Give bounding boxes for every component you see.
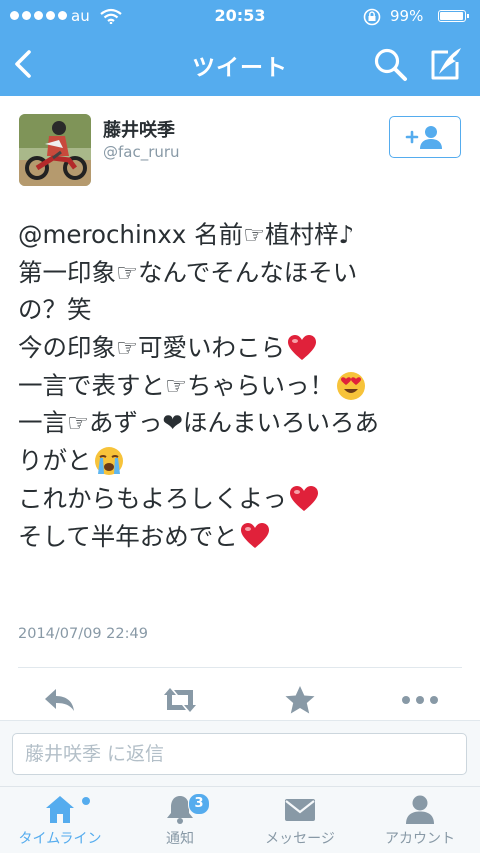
tab-label: 通知 — [166, 831, 194, 847]
heart-eyes-emoji — [336, 371, 365, 400]
notification-badge: 3 — [188, 793, 210, 815]
tab-account[interactable]: アカウント — [360, 787, 480, 853]
tab-bar: タイムライン 通知 3 メッセージ アカウント — [0, 786, 480, 853]
tweet-line: 第一印象☞なんでそんなほそい — [18, 254, 468, 292]
tweet-line: これからもよろしくよっ — [18, 480, 468, 518]
retweet-button[interactable] — [158, 682, 202, 718]
compose-tweet-icon[interactable] — [426, 44, 466, 84]
tweet-text: @merochinxx 名前☞植村梓♪ 第一印象☞なんでそんなほそい の？笑 今… — [18, 216, 468, 555]
battery-icon — [438, 10, 469, 22]
more-dots-icon — [402, 696, 438, 704]
tab-label: アカウント — [385, 831, 455, 847]
tweet-line-text: 第一印象☞なんでそんなほそい — [18, 257, 358, 287]
author-handle[interactable]: @fac_ruru — [103, 143, 180, 161]
home-icon — [46, 796, 74, 823]
tweet-line: の？笑 — [18, 291, 468, 329]
tweet-line-text: 一言で表すと☞ちゃらいっ！ — [18, 370, 334, 400]
favorite-star-icon — [285, 686, 315, 714]
follow-button[interactable] — [389, 116, 461, 158]
unread-dot — [82, 797, 90, 805]
status-bar: au 20:53 99% — [0, 0, 480, 34]
tab-label: メッセージ — [265, 831, 335, 847]
tab-label: タイムライン — [18, 831, 102, 847]
tweet-line-text: の？笑 — [18, 295, 92, 325]
author-name[interactable]: 藤井咲季 — [103, 116, 175, 142]
tweet-line: 一言で表すと☞ちゃらいっ！ — [18, 367, 468, 405]
orientation-lock-icon — [363, 8, 381, 26]
tweet-line-text: @merochinxx 名前☞植村梓♪ — [18, 220, 355, 249]
crying-face-emoji — [94, 446, 123, 475]
red-heart-emoji — [287, 334, 316, 360]
tweet-line-text: そして半年おめでと — [18, 521, 238, 551]
reply-input[interactable] — [12, 733, 467, 775]
divider — [18, 667, 462, 668]
tweet-line: りがと — [18, 442, 468, 480]
red-heart-emoji — [240, 523, 269, 549]
reply-button[interactable] — [38, 682, 82, 718]
tweet-line: @merochinxx 名前☞植村梓♪ — [18, 216, 468, 254]
favorite-button[interactable] — [278, 682, 322, 718]
tweet-line-text: 一言☞あずっ❤ほんまいろいろあ — [18, 408, 379, 438]
person-icon — [406, 795, 434, 824]
tweet-line-text: 今の印象☞可愛いわこら — [18, 333, 285, 363]
tweet-line: そして半年おめでと — [18, 518, 468, 556]
tweet-timestamp: 2014/07/09 22:49 — [18, 626, 148, 642]
search-icon[interactable] — [372, 46, 410, 84]
tab-messages[interactable]: メッセージ — [240, 787, 360, 853]
tweet-line-text: りがと — [18, 446, 92, 476]
top-bar: au 20:53 99% ツイート — [0, 0, 480, 96]
retweet-icon — [164, 688, 196, 712]
battery-percent: 99% — [390, 7, 424, 25]
red-heart-emoji — [289, 485, 318, 511]
reply-bar — [0, 720, 480, 787]
more-button[interactable] — [398, 682, 442, 718]
add-user-icon — [405, 126, 442, 149]
reply-icon — [45, 689, 74, 711]
tweet-line: 一言☞あずっ❤ほんまいろいろあ — [18, 404, 468, 442]
tab-timeline[interactable]: タイムライン — [0, 787, 120, 853]
navigation-bar: ツイート — [0, 34, 480, 96]
tweet-line-text: これからもよろしくよっ — [18, 483, 287, 513]
avatar[interactable] — [19, 114, 91, 186]
tweet-line: 今の印象☞可愛いわこら — [18, 329, 468, 367]
tab-notifications[interactable]: 通知 — [120, 787, 240, 853]
envelope-icon — [285, 799, 315, 821]
